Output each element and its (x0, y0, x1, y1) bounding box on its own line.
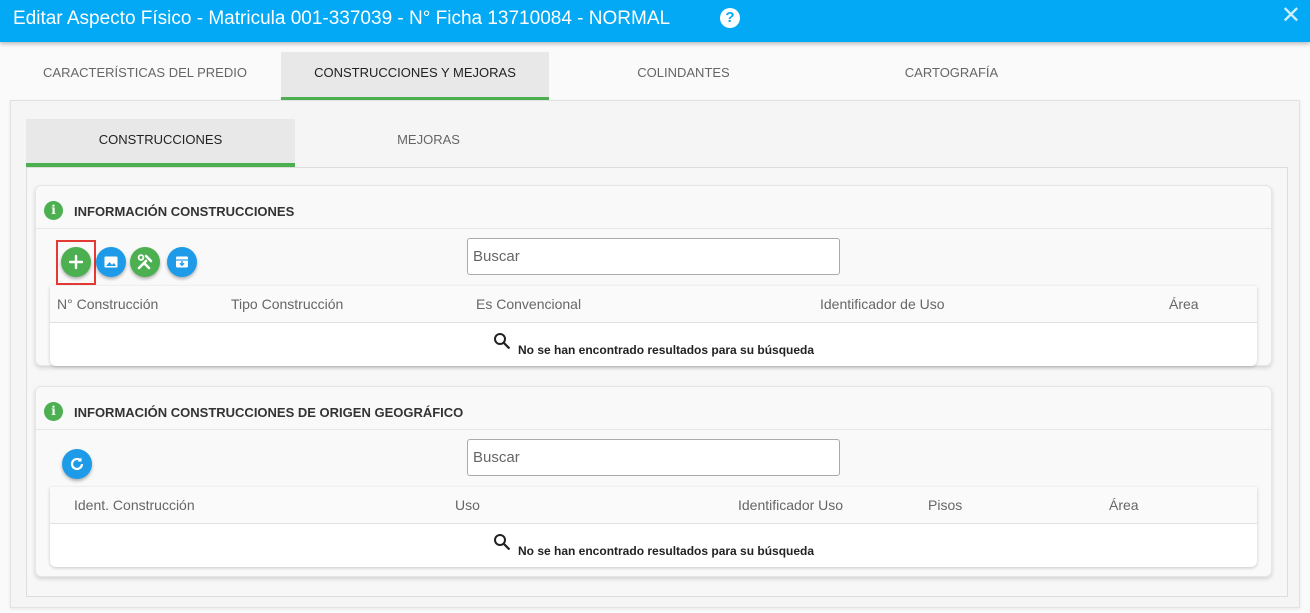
column-header[interactable]: Uso (455, 497, 480, 513)
dialog-titlebar: Editar Aspecto Físico - Matricula 001-33… (0, 0, 1310, 42)
construcciones-mejoras-panel: CONSTRUCCIONES MEJORAS i INFORMACIÓN CON… (10, 100, 1300, 608)
column-header[interactable]: Ident. Construcción (74, 497, 195, 513)
search-icon (494, 534, 510, 550)
info-icon: i (44, 201, 63, 220)
origen-geografico-card: i INFORMACIÓN CONSTRUCCIONES DE ORIGEN G… (35, 386, 1272, 577)
subtab-construcciones[interactable]: CONSTRUCCIONES (26, 119, 295, 167)
tab-cartografia[interactable]: CARTOGRAFÍA (818, 52, 1085, 100)
subtab-mejoras[interactable]: MEJORAS (295, 119, 562, 167)
table-header: N° Construcción Tipo Construcción Es Con… (50, 286, 1257, 323)
archive-button[interactable] (167, 247, 197, 277)
search-input[interactable] (467, 439, 840, 476)
dialog-body: CARACTERÍSTICAS DEL PREDIO CONSTRUCCIONE… (0, 42, 1310, 613)
column-header[interactable]: Identificador Uso (738, 497, 843, 513)
origen-geografico-table: Ident. Construcción Uso Identificador Us… (50, 487, 1257, 567)
column-header[interactable]: Pisos (928, 497, 962, 513)
column-header[interactable]: Área (1169, 296, 1199, 312)
card-title: INFORMACIÓN CONSTRUCCIONES (74, 204, 295, 219)
card-title: INFORMACIÓN CONSTRUCCIONES DE ORIGEN GEO… (74, 405, 464, 420)
close-icon[interactable]: ✕ (1281, 3, 1301, 27)
construcciones-table: N° Construcción Tipo Construcción Es Con… (50, 286, 1257, 366)
column-header[interactable]: Identificador de Uso (820, 296, 945, 312)
card-header: i INFORMACIÓN CONSTRUCCIONES DE ORIGEN G… (36, 387, 1271, 430)
refresh-button[interactable] (62, 449, 92, 479)
help-icon[interactable]: ? (720, 8, 740, 28)
main-tabs: CARACTERÍSTICAS DEL PREDIO CONSTRUCCIONE… (10, 52, 1300, 100)
empty-results-message: No se han encontrado resultados para su … (518, 343, 815, 357)
archive-icon (176, 256, 188, 268)
info-icon: i (44, 402, 63, 421)
tab-construcciones-mejoras[interactable]: CONSTRUCCIONES Y MEJORAS (281, 52, 549, 100)
column-header[interactable]: Área (1109, 497, 1139, 513)
image-button[interactable] (96, 247, 126, 277)
column-header[interactable]: N° Construcción (57, 296, 158, 312)
table-header: Ident. Construcción Uso Identificador Us… (50, 487, 1257, 524)
column-header[interactable]: Es Convencional (476, 296, 581, 312)
informacion-construcciones-card: i INFORMACIÓN CONSTRUCCIONES Buscar N° C… (35, 185, 1272, 366)
empty-results-row: No se han encontrado resultados para su … (50, 524, 1257, 567)
construcciones-panel: i INFORMACIÓN CONSTRUCCIONES Buscar N° C… (26, 167, 1288, 597)
tools-button[interactable] (130, 247, 160, 277)
refresh-icon (70, 457, 84, 471)
search-input[interactable] (467, 238, 840, 275)
tab-colindantes[interactable]: COLINDANTES (550, 52, 817, 100)
dialog-title: Editar Aspecto Físico - Matricula 001-33… (13, 8, 671, 29)
image-icon (104, 256, 118, 268)
add-icon (68, 254, 84, 270)
empty-results-message: No se han encontrado resultados para su … (518, 544, 815, 558)
search-icon (494, 333, 510, 349)
card-header: i INFORMACIÓN CONSTRUCCIONES (36, 186, 1271, 229)
column-header[interactable]: Tipo Construcción (231, 296, 343, 312)
add-construccion-button[interactable] (61, 247, 91, 277)
tab-caracteristicas-predio[interactable]: CARACTERÍSTICAS DEL PREDIO (10, 52, 280, 100)
tools-icon (137, 254, 153, 270)
empty-results-row: No se han encontrado resultados para su … (50, 323, 1257, 366)
